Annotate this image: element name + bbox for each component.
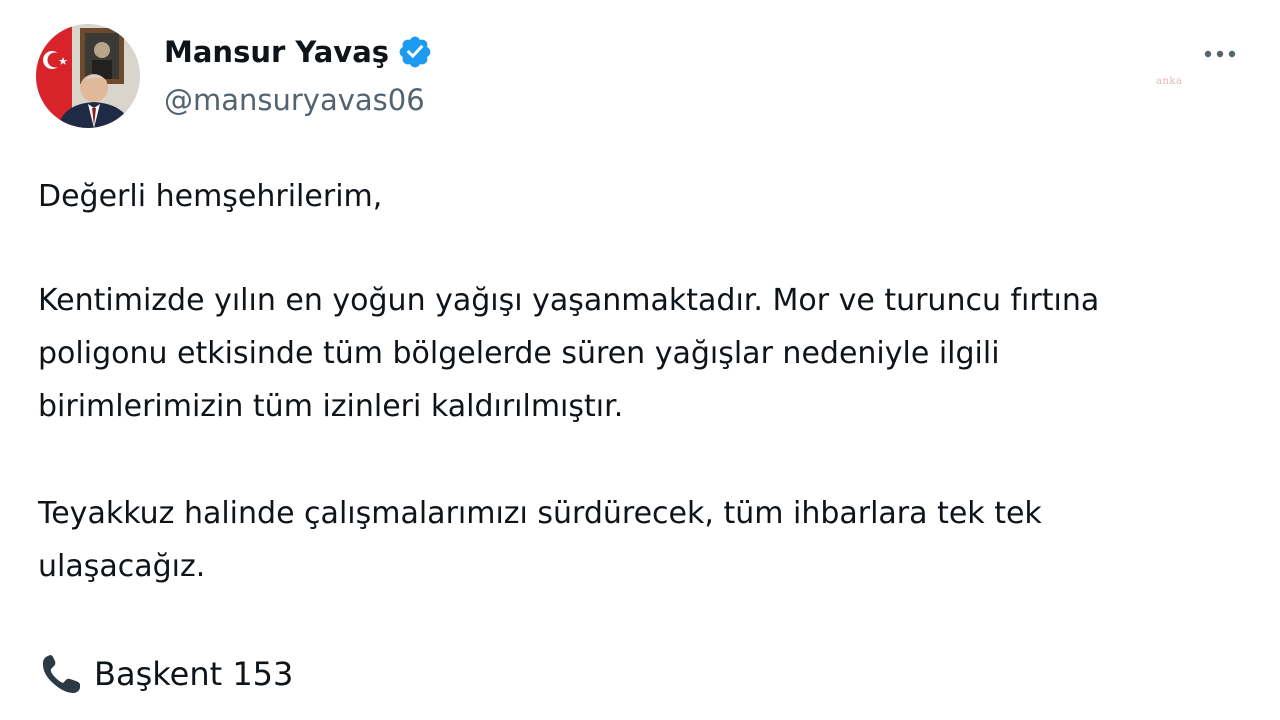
more-options-button[interactable] [1196, 36, 1244, 72]
tweet-paragraph-1: Değerli hemşehrilerim, [38, 179, 383, 214]
avatar-image [36, 24, 140, 128]
watermark: anka [1156, 76, 1183, 87]
verified-badge-icon[interactable] [397, 34, 433, 70]
author-handle[interactable]: @mansuryavas06 [164, 80, 425, 120]
more-options-icon [1204, 50, 1236, 58]
tweet-paragraph-2: Kentimizde yılın en yoğun yağışı yaşanma… [38, 283, 1100, 424]
avatar[interactable] [36, 24, 140, 128]
telephone-receiver-icon [38, 652, 84, 698]
contact-line: Başkent 153 [38, 648, 293, 701]
author-name-row: Mansur Yavaş [164, 32, 433, 72]
author-display-name[interactable]: Mansur Yavaş [164, 32, 389, 72]
tweet-paragraph-3: Teyakkuz halinde çalışmalarımızı sürdüre… [38, 496, 1042, 584]
contact-label: Başkent 153 [94, 655, 294, 693]
tweet-card: Mansur Yavaş @mansuryavas06 anka Değerli… [0, 0, 1280, 720]
